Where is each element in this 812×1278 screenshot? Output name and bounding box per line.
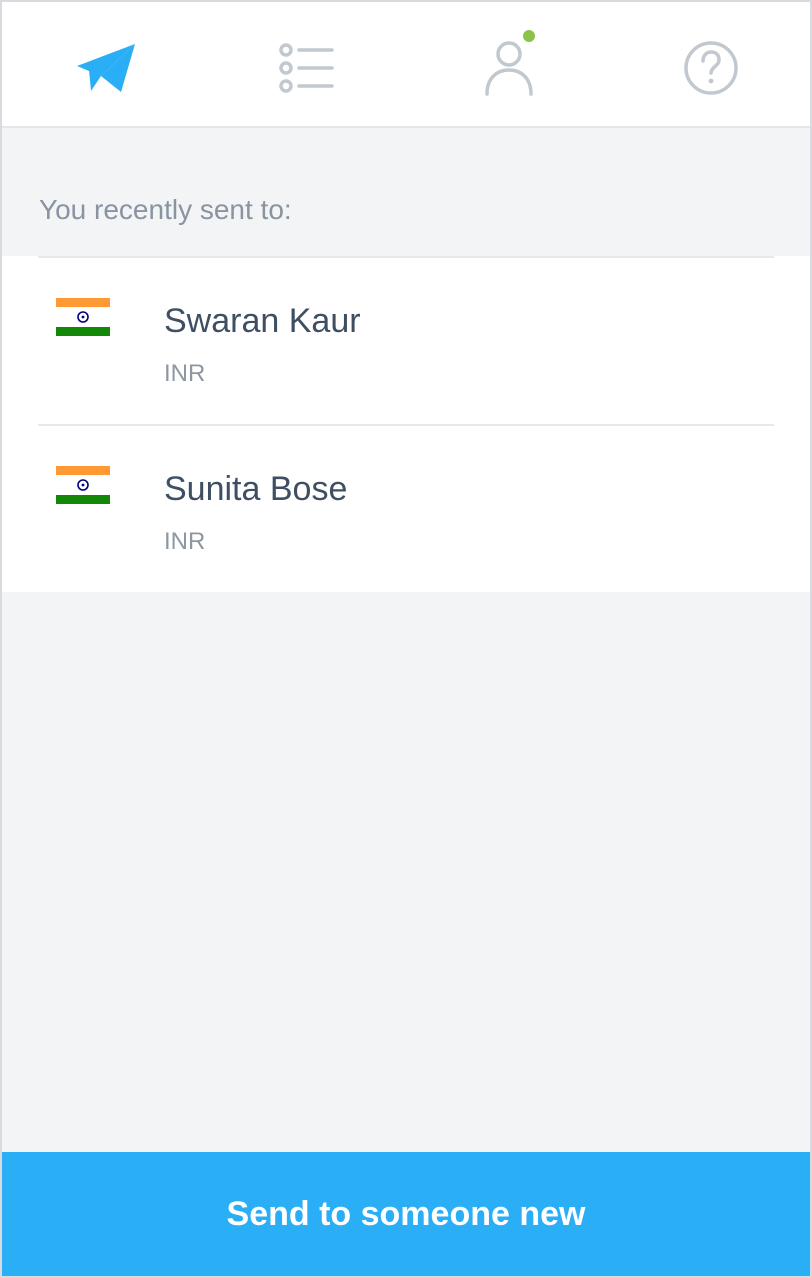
recipient-currency: INR bbox=[164, 528, 206, 555]
recipient-currency: INR bbox=[164, 360, 206, 387]
india-flag-icon bbox=[56, 298, 110, 336]
help-icon bbox=[684, 41, 738, 95]
paper-plane-icon bbox=[77, 44, 135, 92]
nav-help-button[interactable] bbox=[671, 28, 751, 108]
recipient-name: Sunita Bose bbox=[164, 470, 348, 508]
recipient-row[interactable]: Sunita Bose INR bbox=[38, 424, 774, 592]
recipient-name: Swaran Kaur bbox=[164, 302, 361, 340]
recent-section-label: You recently sent to: bbox=[39, 194, 292, 225]
send-to-someone-new-button[interactable]: Send to someone new bbox=[2, 1152, 810, 1276]
recipient-row[interactable]: Swaran Kaur INR bbox=[38, 256, 774, 424]
nav-account-button[interactable] bbox=[469, 28, 549, 108]
india-flag-icon bbox=[56, 466, 110, 504]
notification-dot bbox=[523, 30, 535, 42]
account-icon bbox=[485, 41, 533, 96]
recipient-list: Swaran Kaur INR Sunita Bose INR bbox=[2, 256, 810, 592]
nav-send-button[interactable] bbox=[66, 28, 146, 108]
list-icon bbox=[279, 43, 334, 93]
top-navigation bbox=[2, 2, 810, 128]
nav-activity-button[interactable] bbox=[267, 28, 347, 108]
app-frame: You recently sent to: Swaran Kaur INR Su… bbox=[0, 0, 812, 1278]
